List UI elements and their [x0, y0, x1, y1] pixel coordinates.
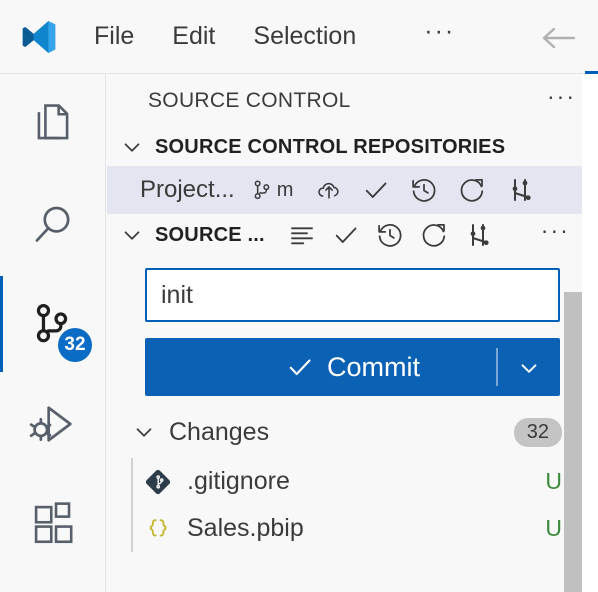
- view-as-list-icon[interactable]: [287, 220, 317, 250]
- commit-button[interactable]: Commit: [145, 338, 560, 396]
- section-header-source-control[interactable]: SOURCE ... ···: [107, 214, 598, 256]
- changes-group-header[interactable]: Changes 32: [107, 406, 598, 458]
- run-and-debug-icon: [27, 398, 79, 450]
- source-control-badge: 32: [58, 328, 92, 362]
- menu-item-file[interactable]: File: [92, 20, 136, 53]
- panel-more-actions-icon[interactable]: ···: [547, 83, 576, 119]
- repository-name: Project...: [140, 176, 235, 203]
- refresh-icon[interactable]: [457, 175, 487, 205]
- menu-item-selection[interactable]: Selection: [251, 20, 358, 53]
- commit-message-input[interactable]: [145, 268, 560, 322]
- source-control-graph-icon[interactable]: [505, 175, 535, 205]
- section-header-source-control-label: SOURCE ...: [155, 223, 265, 246]
- chevron-down-icon[interactable]: [516, 355, 542, 381]
- chevron-down-icon: [131, 419, 157, 445]
- title-bar: File Edit Selection ···: [0, 0, 598, 74]
- file-status-badge: U: [545, 515, 562, 541]
- chevron-down-icon: [119, 134, 145, 160]
- repository-actions[interactable]: [315, 175, 535, 205]
- menu-item-edit[interactable]: Edit: [170, 20, 217, 53]
- search-icon: [27, 198, 79, 250]
- sidebar-item-source-control[interactable]: 32: [0, 274, 106, 374]
- source-control-graph-icon[interactable]: [463, 220, 493, 250]
- sidebar-item-extensions[interactable]: [0, 474, 106, 574]
- page-title: SOURCE CONTROL: [148, 89, 351, 112]
- git-branch-icon: [249, 177, 275, 203]
- file-status-badge: U: [545, 468, 562, 494]
- more-actions-icon[interactable]: ···: [539, 217, 570, 253]
- vscode-window: File Edit Selection ··· 32 SOURCE CONTRO…: [0, 0, 598, 592]
- vscode-logo: [12, 17, 66, 57]
- section-header-repositories-label: SOURCE CONTROL REPOSITORIES: [155, 135, 506, 158]
- section-header-repositories[interactable]: SOURCE CONTROL REPOSITORIES: [107, 128, 598, 166]
- changes-group-label: Changes: [169, 417, 270, 446]
- sidebar-item-run-debug[interactable]: [0, 374, 106, 474]
- commit-message-container: [107, 256, 598, 322]
- branch-name: m: [276, 178, 294, 201]
- commit-icon[interactable]: [331, 220, 361, 250]
- file-name: Sales.pbip: [187, 514, 304, 542]
- menu-more-icon[interactable]: ···: [424, 17, 455, 56]
- commit-button-container: Commit: [107, 322, 598, 396]
- editor-area-edge: [582, 74, 598, 592]
- git-file-icon: [143, 469, 173, 495]
- history-icon[interactable]: [409, 175, 439, 205]
- file-name: .gitignore: [187, 467, 290, 495]
- json-file-icon: [143, 515, 173, 543]
- files-icon: [27, 98, 79, 150]
- publish-branch-icon[interactable]: [315, 176, 343, 204]
- back-arrow-icon[interactable]: [534, 20, 582, 56]
- panel-title-bar: SOURCE CONTROL ···: [107, 74, 598, 128]
- commit-button-divider: [496, 348, 498, 386]
- sidebar-item-explorer[interactable]: [0, 74, 106, 174]
- history-icon[interactable]: [375, 220, 405, 250]
- menu-bar[interactable]: File Edit Selection ···: [92, 17, 455, 56]
- commit-button-label: Commit: [327, 351, 420, 382]
- list-item[interactable]: .gitignore U: [107, 458, 598, 505]
- source-control-panel: SOURCE CONTROL ··· SOURCE CONTROL REPOSI…: [107, 74, 598, 592]
- extensions-icon: [27, 498, 79, 550]
- chevron-down-icon: [119, 222, 145, 248]
- refresh-icon[interactable]: [419, 220, 449, 250]
- source-control-actions[interactable]: ···: [287, 217, 570, 253]
- branch-indicator[interactable]: m: [249, 177, 294, 203]
- repository-row[interactable]: Project... m: [107, 166, 598, 214]
- commit-icon[interactable]: [361, 175, 391, 205]
- list-item[interactable]: Sales.pbip U: [107, 505, 598, 552]
- sidebar-scrollbar[interactable]: [564, 292, 582, 592]
- sidebar-item-search[interactable]: [0, 174, 106, 274]
- check-icon: [285, 352, 315, 382]
- activity-bar: 32: [0, 74, 106, 592]
- changes-count-badge: 32: [513, 417, 562, 447]
